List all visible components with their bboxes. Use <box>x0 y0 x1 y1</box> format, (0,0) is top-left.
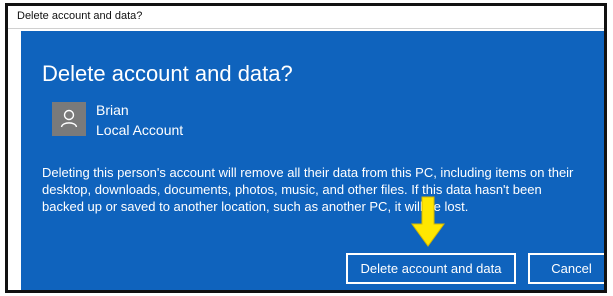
warning-message: Deleting this person's account will remo… <box>42 165 574 214</box>
user-name: Brian <box>96 102 129 118</box>
dialog-heading: Delete account and data? <box>42 61 293 86</box>
down-arrow-icon <box>411 196 445 247</box>
screenshot-frame: Delete account and data? Delete account … <box>5 3 607 293</box>
avatar <box>52 102 86 136</box>
title-bar: Delete account and data? <box>8 6 604 29</box>
person-icon <box>60 109 78 128</box>
cancel-button[interactable]: Cancel <box>528 253 604 284</box>
window-title: Delete account and data? <box>17 10 143 22</box>
delete-account-dialog: Delete account and data? Brian Local Acc… <box>21 31 604 290</box>
account-type: Local Account <box>96 122 184 138</box>
delete-account-button[interactable]: Delete account and data <box>346 253 516 284</box>
